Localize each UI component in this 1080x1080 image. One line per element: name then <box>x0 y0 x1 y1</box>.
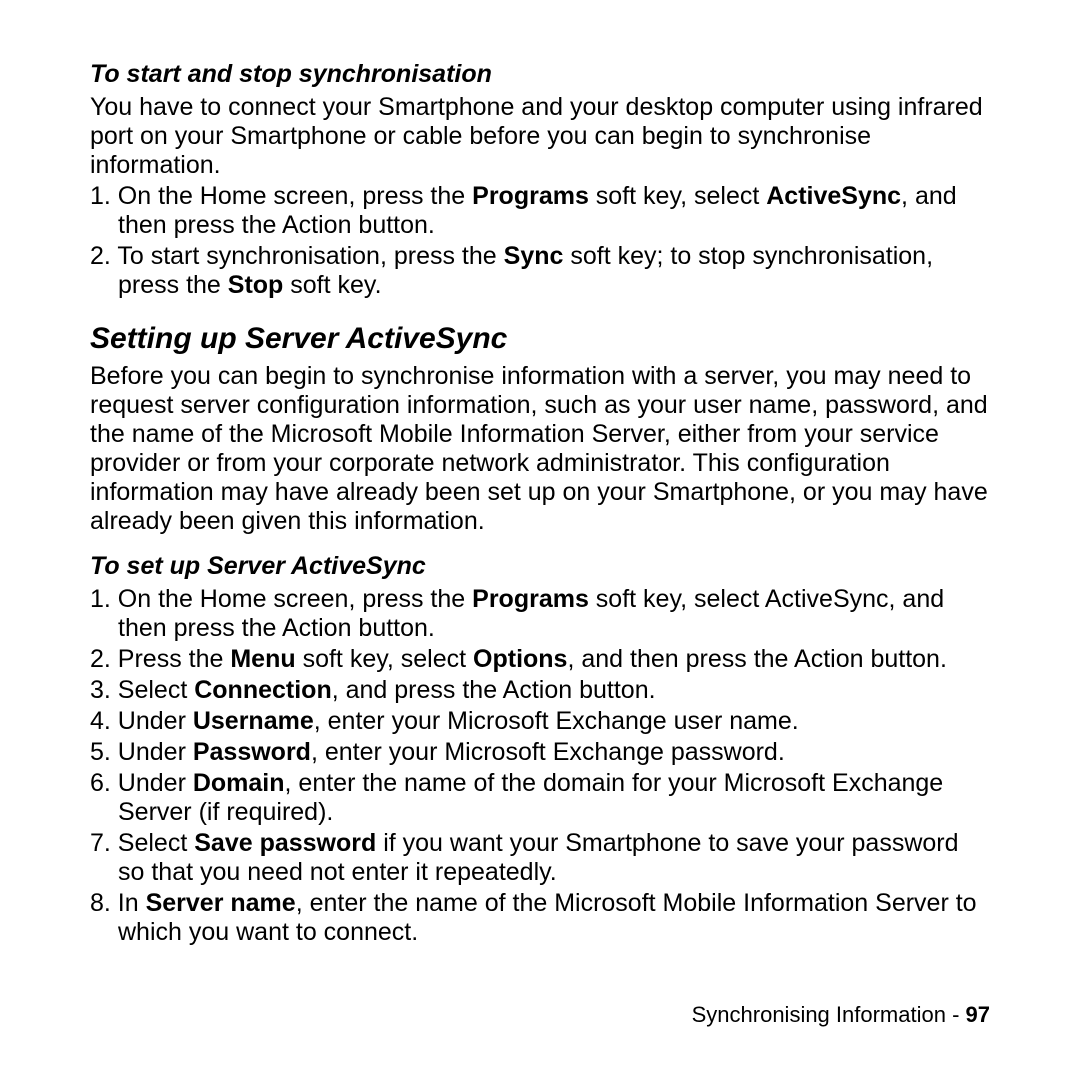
text: Under <box>118 738 193 766</box>
list-item: 5. Under Password, enter your Microsoft … <box>90 738 990 767</box>
page-number: 97 <box>966 1002 990 1027</box>
list-item: 2. Press the Menu soft key, select Optio… <box>90 645 990 674</box>
list-num: 6. <box>90 769 118 797</box>
bold-text: Programs <box>472 182 589 210</box>
text: Under <box>118 707 193 735</box>
page-footer: Synchronising Information - 97 <box>692 1002 990 1028</box>
document-page: To start and stop synchronisation You ha… <box>0 0 1080 1080</box>
text: On the Home screen, press the <box>118 585 472 613</box>
list-item: 2. To start synchronisation, press the S… <box>90 242 990 300</box>
list-item: 4. Under Username, enter your Microsoft … <box>90 707 990 736</box>
bold-text: Domain <box>193 769 285 797</box>
bold-text: Sync <box>504 242 564 270</box>
text: Select <box>118 676 194 704</box>
list-item: 7. Select Save password if you want your… <box>90 829 990 887</box>
list-item: 6. Under Domain, enter the name of the d… <box>90 769 990 827</box>
text: , and then press the Action button. <box>567 645 946 673</box>
text: soft key, select <box>296 645 473 673</box>
list-num: 3. <box>90 676 118 704</box>
bold-text: Username <box>193 707 314 735</box>
bold-text: Programs <box>472 585 589 613</box>
list-num: 5. <box>90 738 118 766</box>
list-num: 2. <box>90 242 117 270</box>
bold-text: Stop <box>228 271 284 299</box>
text: , and press the Action button. <box>332 676 656 704</box>
list-num: 8. <box>90 889 118 917</box>
list-item: 8. In Server name, enter the name of the… <box>90 889 990 947</box>
text: On the Home screen, press the <box>118 182 472 210</box>
list-num: 1. <box>90 182 118 210</box>
list-num: 1. <box>90 585 118 613</box>
bold-text: Menu <box>230 645 295 673</box>
list-setup-server: 1. On the Home screen, press the Program… <box>90 585 990 947</box>
subhead-start-stop: To start and stop synchronisation <box>90 60 990 89</box>
section-head-server: Setting up Server ActiveSync <box>90 322 990 356</box>
list-item: 1. On the Home screen, press the Program… <box>90 182 990 240</box>
list-item: 1. On the Home screen, press the Program… <box>90 585 990 643</box>
list-item: 3. Select Connection, and press the Acti… <box>90 676 990 705</box>
bold-text: Server name <box>146 889 296 917</box>
bold-text: ActiveSync <box>766 182 901 210</box>
bold-text: Connection <box>194 676 332 704</box>
list-num: 2. <box>90 645 118 673</box>
text: soft key, select <box>589 182 766 210</box>
footer-label: Synchronising Information - <box>692 1002 966 1027</box>
list-num: 4. <box>90 707 118 735</box>
text: To start synchronisation, press the <box>117 242 503 270</box>
text: , enter your Microsoft Exchange password… <box>311 738 785 766</box>
subhead-setup-server: To set up Server ActiveSync <box>90 552 990 581</box>
text: Select <box>118 829 194 857</box>
list-start-stop: 1. On the Home screen, press the Program… <box>90 182 990 300</box>
bold-text: Save password <box>194 829 376 857</box>
intro-server: Before you can begin to synchronise info… <box>90 362 990 536</box>
text: , enter your Microsoft Exchange user nam… <box>314 707 799 735</box>
list-num: 7. <box>90 829 118 857</box>
bold-text: Password <box>193 738 311 766</box>
text: Under <box>118 769 193 797</box>
text: In <box>118 889 146 917</box>
intro-start-stop: You have to connect your Smartphone and … <box>90 93 990 180</box>
text: soft key. <box>283 271 381 299</box>
text: Press the <box>118 645 231 673</box>
bold-text: Options <box>473 645 567 673</box>
